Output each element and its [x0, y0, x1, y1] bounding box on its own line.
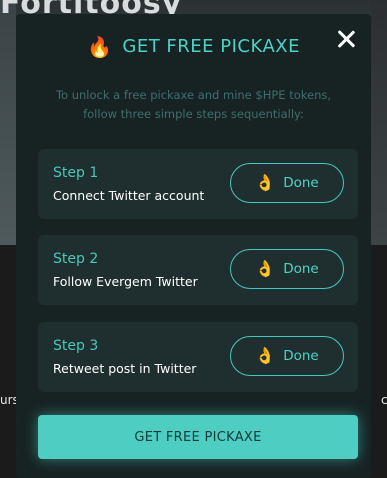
done-label: Done	[283, 175, 319, 191]
modal-title-text: GET FREE PICKAXE	[122, 36, 300, 57]
ok-hand-icon: 👌	[255, 346, 276, 365]
modal-subtitle: To unlock a free pickaxe and mine $HPE t…	[55, 88, 332, 121]
step-card-1: Step 1 Connect Twitter account 👌 Done	[38, 149, 358, 219]
step-number: Step 1	[53, 165, 99, 181]
step-3-done-button[interactable]: 👌 Done	[230, 336, 344, 376]
step-description: Connect Twitter account	[53, 188, 205, 203]
step-description: Follow Evergem Twitter	[53, 274, 198, 289]
ok-hand-icon: 👌	[255, 259, 276, 278]
fire-icon: 🔥	[86, 34, 113, 59]
get-free-pickaxe-button[interactable]: GET FREE PICKAXE	[38, 415, 358, 459]
step-number: Step 3	[53, 338, 99, 354]
free-pickaxe-modal: 🔥 GET FREE PICKAXE To unlock a free pick…	[16, 14, 371, 478]
step-card-2: Step 2 Follow Evergem Twitter 👌 Done	[38, 235, 358, 305]
ok-hand-icon: 👌	[255, 173, 276, 192]
background-right-text: c	[381, 393, 387, 407]
done-label: Done	[283, 348, 319, 364]
done-label: Done	[283, 261, 319, 277]
step-number: Step 2	[53, 251, 99, 267]
step-description: Retweet post in Twitter	[53, 361, 197, 376]
step-2-done-button[interactable]: 👌 Done	[230, 249, 344, 289]
modal-title: 🔥 GET FREE PICKAXE	[16, 36, 371, 57]
background-right-strip	[371, 0, 387, 245]
step-1-done-button[interactable]: 👌 Done	[230, 163, 344, 203]
background-left-strip	[0, 0, 16, 245]
step-card-3: Step 3 Retweet post in Twitter 👌 Done	[38, 322, 358, 392]
